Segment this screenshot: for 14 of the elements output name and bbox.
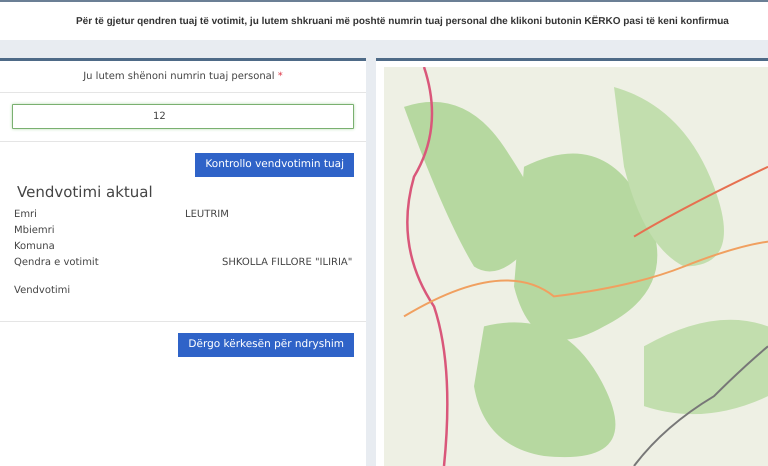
change-request-button[interactable]: Dërgo kërkesën për ndryshim — [178, 333, 354, 357]
instruction-text: Për të gjetur qendren tuaj të votimit, ju lutem shkruani më poshtë numrin tuaj personal dhe klikoni butonin KËRKO pasi të keni konfirmua — [76, 14, 729, 28]
field-value: LEUTRIM — [185, 208, 229, 222]
field-label: Emri — [14, 208, 38, 222]
field-label: Mbiemri — [14, 224, 56, 238]
field-label: Ju lutem shënoni numrin tuaj personal — [83, 71, 275, 82]
field-value: SHKOLLA FILLORE "ILIRIA" — [222, 256, 352, 270]
section-title: Vendvotimi aktual — [17, 182, 154, 203]
field-label: Vendvotimi — [14, 284, 72, 298]
field-label: Qendra e votimit — [14, 256, 100, 270]
required-mark: * — [278, 71, 283, 82]
personal-number-field[interactable]: 12 — [12, 104, 354, 129]
field-label: Komuna — [14, 240, 56, 254]
check-button[interactable]: Kontrollo vendvotimin tuaj — [195, 153, 354, 177]
